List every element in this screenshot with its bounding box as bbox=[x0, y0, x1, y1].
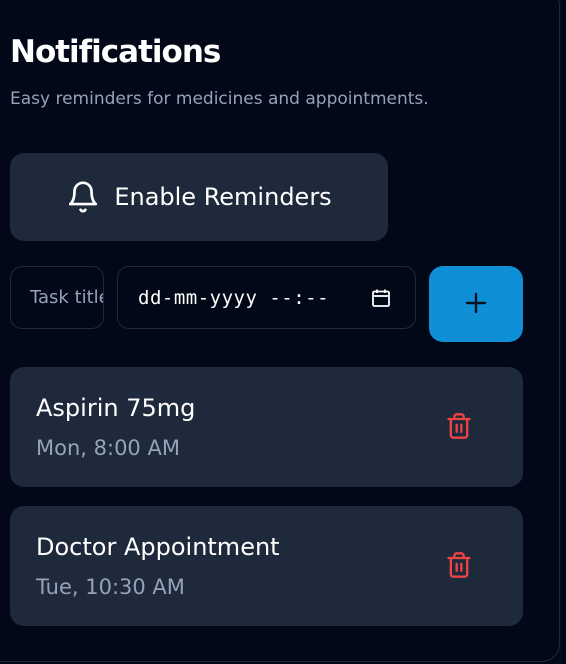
trash-icon bbox=[445, 550, 473, 583]
trash-icon bbox=[445, 411, 473, 444]
page-subtitle: Easy reminders for medicines and appoint… bbox=[10, 89, 429, 109]
delete-reminder-button[interactable] bbox=[438, 407, 480, 447]
task-title-input[interactable] bbox=[10, 266, 104, 329]
reminder-time: Mon, 8:00 AM bbox=[36, 436, 180, 460]
page-title: Notifications bbox=[10, 34, 221, 70]
reminder-title: Doctor Appointment bbox=[36, 533, 280, 561]
enable-reminders-label: Enable Reminders bbox=[114, 183, 332, 211]
bell-icon bbox=[66, 179, 100, 215]
datetime-placeholder: dd-mm-yyyy --:-- bbox=[138, 286, 330, 309]
reminder-card: Doctor Appointment Tue, 10:30 AM bbox=[10, 506, 523, 626]
reminder-time: Tue, 10:30 AM bbox=[36, 575, 185, 599]
add-reminder-button[interactable] bbox=[429, 266, 523, 342]
delete-reminder-button[interactable] bbox=[438, 546, 480, 586]
reminder-title: Aspirin 75mg bbox=[36, 394, 196, 422]
datetime-input[interactable]: dd-mm-yyyy --:-- bbox=[117, 266, 416, 329]
reminder-card: Aspirin 75mg Mon, 8:00 AM bbox=[10, 367, 523, 487]
plus-icon bbox=[465, 292, 487, 317]
enable-reminders-button[interactable]: Enable Reminders bbox=[10, 153, 388, 241]
calendar-icon[interactable] bbox=[371, 288, 391, 313]
